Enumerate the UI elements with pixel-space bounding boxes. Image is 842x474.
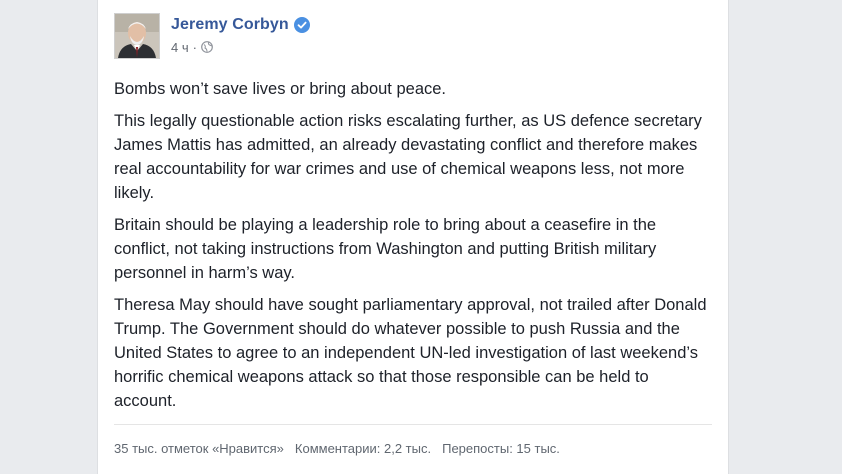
post-body: Bombs won’t save lives or bring about pe…: [114, 77, 714, 421]
author-row: Jeremy Corbyn: [171, 14, 310, 36]
post-time-row: 4 ч ·: [171, 39, 310, 55]
verified-badge-icon: [293, 17, 310, 33]
author-avatar[interactable]: [114, 13, 160, 59]
meta-separator: ·: [192, 39, 197, 55]
facebook-post: Jeremy Corbyn 4 ч · Bombs won’t save liv…: [97, 0, 729, 474]
post-timestamp[interactable]: 4 ч: [171, 40, 189, 55]
post-paragraph: Theresa May should have sought parliamen…: [114, 296, 707, 410]
post-meta: Jeremy Corbyn 4 ч ·: [171, 14, 310, 55]
comments-count[interactable]: Комментарии: 2,2 тыс.: [295, 441, 431, 456]
post-header: Jeremy Corbyn 4 ч ·: [114, 13, 310, 59]
shares-count[interactable]: Перепосты: 15 тыс.: [442, 441, 560, 456]
globe-icon[interactable]: [201, 41, 213, 53]
likes-count[interactable]: 35 тыс. отметок «Нравится»: [114, 441, 284, 456]
post-paragraph: This legally questionable action risks e…: [114, 112, 702, 202]
stats-divider: [114, 424, 712, 425]
post-stats: 35 тыс. отметок «Нравится» Комментарии: …: [114, 441, 571, 456]
post-paragraph: Bombs won’t save lives or bring about pe…: [114, 80, 447, 98]
post-paragraph: Britain should be playing a leadership r…: [114, 216, 657, 282]
avatar-portrait-icon: [115, 14, 159, 58]
author-name[interactable]: Jeremy Corbyn: [171, 16, 289, 34]
